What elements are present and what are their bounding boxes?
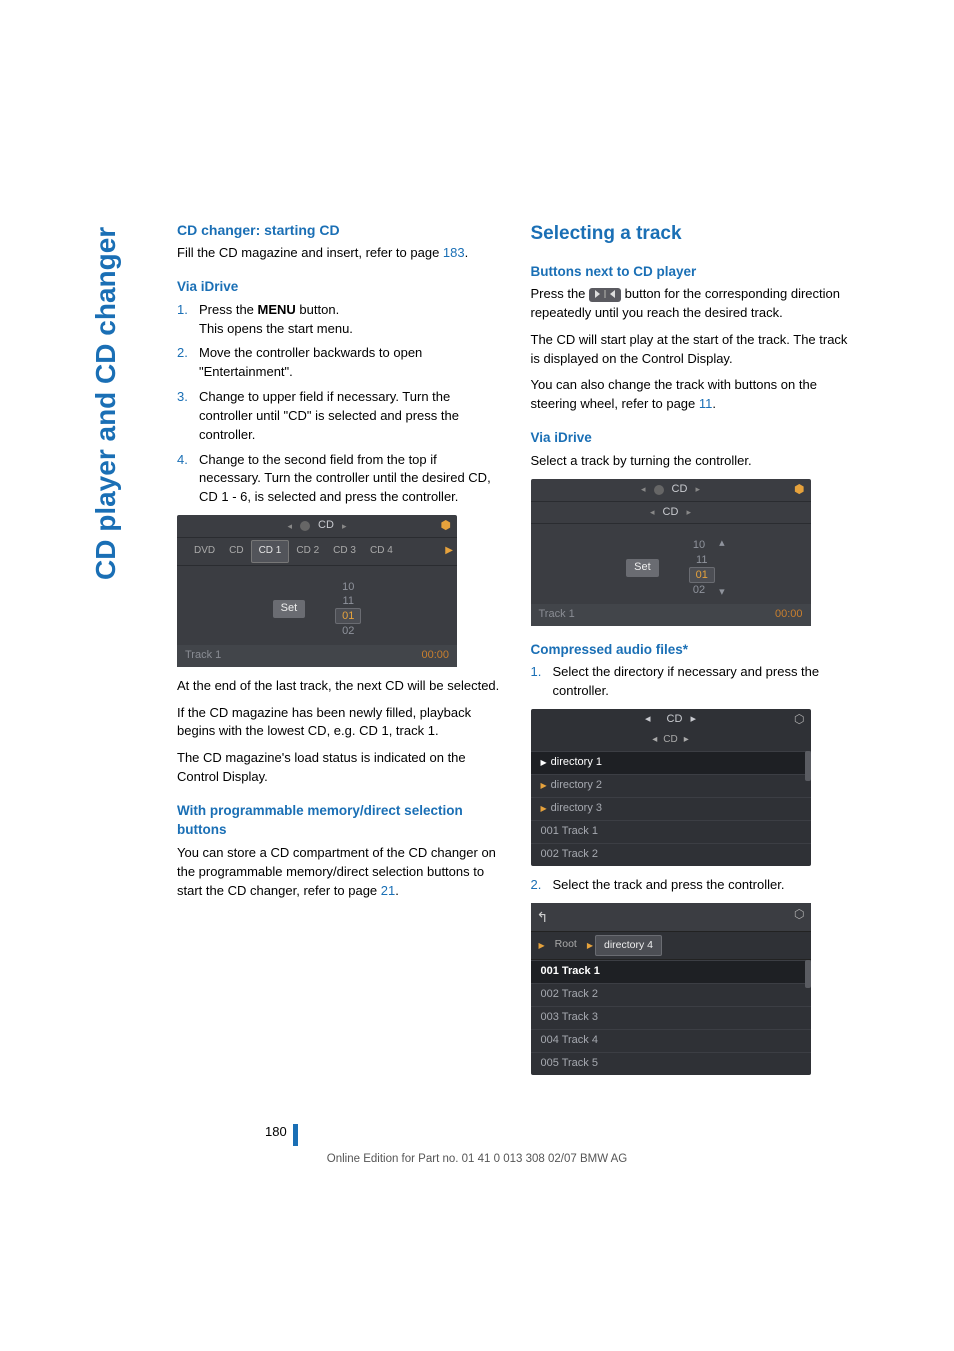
para-press-button: Press the button for the corresponding d… bbox=[531, 285, 855, 323]
tabs-more-icon: ▶ bbox=[445, 544, 453, 559]
heading-selecting-track: Selecting a track bbox=[531, 220, 855, 248]
disc-icon bbox=[654, 485, 664, 495]
dir-row-1: ▶directory 1 bbox=[531, 751, 811, 774]
tab-cd: CD bbox=[222, 541, 250, 562]
para-magazine-fill: If the CD magazine has been newly filled… bbox=[177, 704, 501, 742]
left-column: CD changer: starting CD Fill the CD maga… bbox=[177, 220, 501, 1085]
nav-right-icon: ▸ bbox=[695, 483, 700, 496]
para-load-status: The CD magazine's load status is indicat… bbox=[177, 749, 501, 787]
scrollbar bbox=[805, 960, 811, 988]
top-label-cd: CD bbox=[667, 712, 683, 728]
track-row-1: 001 Track 1 bbox=[531, 960, 811, 983]
top-label-cd: CD bbox=[318, 518, 334, 534]
top-label-cd: CD bbox=[672, 482, 688, 498]
screenshot-track-list: ↰ ⬡ ▶ Root ▶ directory 4 001 Track 1 002… bbox=[531, 903, 811, 1075]
triangle-icon: ▶ bbox=[541, 780, 547, 792]
scrollbar bbox=[805, 751, 811, 781]
para-select-turn: Select a track by turning the controller… bbox=[531, 452, 855, 471]
track-number-wheel: 10▴ 11 01 02▾ bbox=[689, 538, 715, 597]
ordered-list-compressed: Select the directory if necessary and pr… bbox=[531, 663, 855, 701]
track-row-2: 002 Track 2 bbox=[531, 843, 811, 866]
tab-cd4: CD 4 bbox=[363, 541, 400, 562]
gear-icon: ⬢ bbox=[794, 481, 804, 498]
prev-next-button-icon bbox=[589, 288, 621, 302]
heading-via-idrive-1: Via iDrive bbox=[177, 277, 501, 297]
list-item-2: Move the controller backwards to open "E… bbox=[177, 344, 501, 382]
heading-compressed-audio: Compressed audio files* bbox=[531, 640, 855, 660]
link-183[interactable]: 183 bbox=[443, 245, 465, 260]
track-row-5: 005 Track 5 bbox=[531, 1052, 811, 1075]
gear-icon: ⬢ bbox=[441, 517, 451, 534]
status-track: Track 1 bbox=[539, 607, 575, 623]
triangle-icon: ▶ bbox=[541, 757, 547, 769]
status-track: Track 1 bbox=[185, 648, 221, 664]
caret-up-icon: ▴ bbox=[719, 537, 725, 549]
triangle-icon: ▶ bbox=[585, 940, 595, 952]
ordered-list-compressed-2: Select the track and press the controlle… bbox=[531, 876, 855, 895]
cd-tabs: DVD CD CD 1 CD 2 CD 3 CD 4 ▶ bbox=[177, 538, 457, 566]
crumb-root: Root bbox=[547, 935, 585, 956]
para-cd-start-play: The CD will start play at the start of t… bbox=[531, 331, 855, 369]
sub-label-cd: CD bbox=[663, 505, 679, 521]
para-store-compartment: You can store a CD compartment of the CD… bbox=[177, 844, 501, 901]
list-item-select-track: Select the track and press the controlle… bbox=[531, 876, 855, 895]
list-item-1: Press the MENU button. This opens the st… bbox=[177, 301, 501, 339]
status-time: 00:00 bbox=[775, 607, 803, 623]
page-number: 180 bbox=[265, 1124, 287, 1139]
right-column: Selecting a track Buttons next to CD pla… bbox=[531, 220, 855, 1085]
nav-left-icon: ◂ bbox=[288, 520, 293, 533]
list-item-select-directory: Select the directory if necessary and pr… bbox=[531, 663, 855, 701]
triangle-icon: ▶ bbox=[537, 940, 547, 952]
track-number-wheel: 10 11 01 02 bbox=[335, 580, 361, 639]
heading-buttons-next-to-cd: Buttons next to CD player bbox=[531, 262, 855, 282]
chapter-title-vertical: CD player and CD changer bbox=[90, 227, 122, 580]
heading-via-idrive-2: Via iDrive bbox=[531, 428, 855, 448]
footer-line: Online Edition for Part no. 01 41 0 013 … bbox=[0, 1153, 954, 1165]
track-row-4: 004 Track 4 bbox=[531, 1029, 811, 1052]
back-icon: ↰ bbox=[537, 907, 549, 927]
nav-right-icon: ▸ bbox=[342, 520, 347, 533]
list-item-4: Change to the second field from the top … bbox=[177, 451, 501, 508]
screenshot-select-track: ◂ CD ▸ ⬢ ◂ CD ▸ Set 10▴ 11 01 bbox=[531, 479, 811, 626]
tab-dvd: DVD bbox=[187, 541, 222, 562]
status-time: 00:00 bbox=[421, 648, 449, 664]
breadcrumb: ▶ Root ▶ directory 4 bbox=[531, 931, 811, 960]
nav-right-icon: ▸ bbox=[690, 712, 696, 728]
sub-label-cd: CD bbox=[663, 733, 677, 748]
track-row-1: 001 Track 1 bbox=[531, 820, 811, 843]
triangle-icon: ▶ bbox=[541, 803, 547, 815]
nav-left-icon: ◂ bbox=[645, 712, 651, 728]
nav-left-icon: ◂ bbox=[641, 483, 646, 496]
para-steering-wheel: You can also change the track with butto… bbox=[531, 376, 855, 414]
ordered-list-idrive-start: Press the MENU button. This opens the st… bbox=[177, 301, 501, 507]
nav-right-icon: ▸ bbox=[684, 733, 689, 748]
gear-icon: ⬡ bbox=[794, 906, 804, 923]
dir-row-3: ▶directory 3 bbox=[531, 797, 811, 820]
gear-icon: ⬡ bbox=[794, 711, 804, 728]
disc-icon bbox=[300, 521, 310, 531]
list-item-3: Change to upper field if necessary. Turn… bbox=[177, 388, 501, 445]
nav-right-icon: ▸ bbox=[686, 506, 691, 519]
tab-cd1: CD 1 bbox=[251, 540, 290, 563]
track-row-3: 003 Track 3 bbox=[531, 1006, 811, 1029]
para-fill-magazine: Fill the CD magazine and insert, refer t… bbox=[177, 244, 501, 263]
caret-down-icon: ▾ bbox=[719, 586, 725, 598]
screenshot-directory-list: ◂ CD ▸ ⬡ ◂ CD ▸ ▶directory 1 ▶directory … bbox=[531, 709, 811, 866]
screenshot-cd-changer-select: ◂ CD ▸ ⬢ DVD CD CD 1 CD 2 CD 3 CD 4 ▶ Se… bbox=[177, 515, 457, 667]
tab-cd3: CD 3 bbox=[326, 541, 363, 562]
heading-cd-changer-start: CD changer: starting CD bbox=[177, 220, 501, 240]
crumb-dir4: directory 4 bbox=[595, 935, 662, 956]
track-row-2: 002 Track 2 bbox=[531, 983, 811, 1006]
nav-left-icon: ◂ bbox=[652, 733, 657, 748]
link-11[interactable]: 11 bbox=[699, 396, 713, 411]
page-number-marker bbox=[293, 1124, 298, 1146]
dir-row-2: ▶directory 2 bbox=[531, 774, 811, 797]
set-button: Set bbox=[626, 559, 659, 577]
link-21[interactable]: 21 bbox=[381, 883, 395, 898]
nav-left-icon: ◂ bbox=[650, 506, 655, 519]
set-button: Set bbox=[273, 600, 306, 618]
para-end-last-track: At the end of the last track, the next C… bbox=[177, 677, 501, 696]
tab-cd2: CD 2 bbox=[289, 541, 326, 562]
heading-programmable-memory: With programmable memory/direct selectio… bbox=[177, 801, 501, 840]
